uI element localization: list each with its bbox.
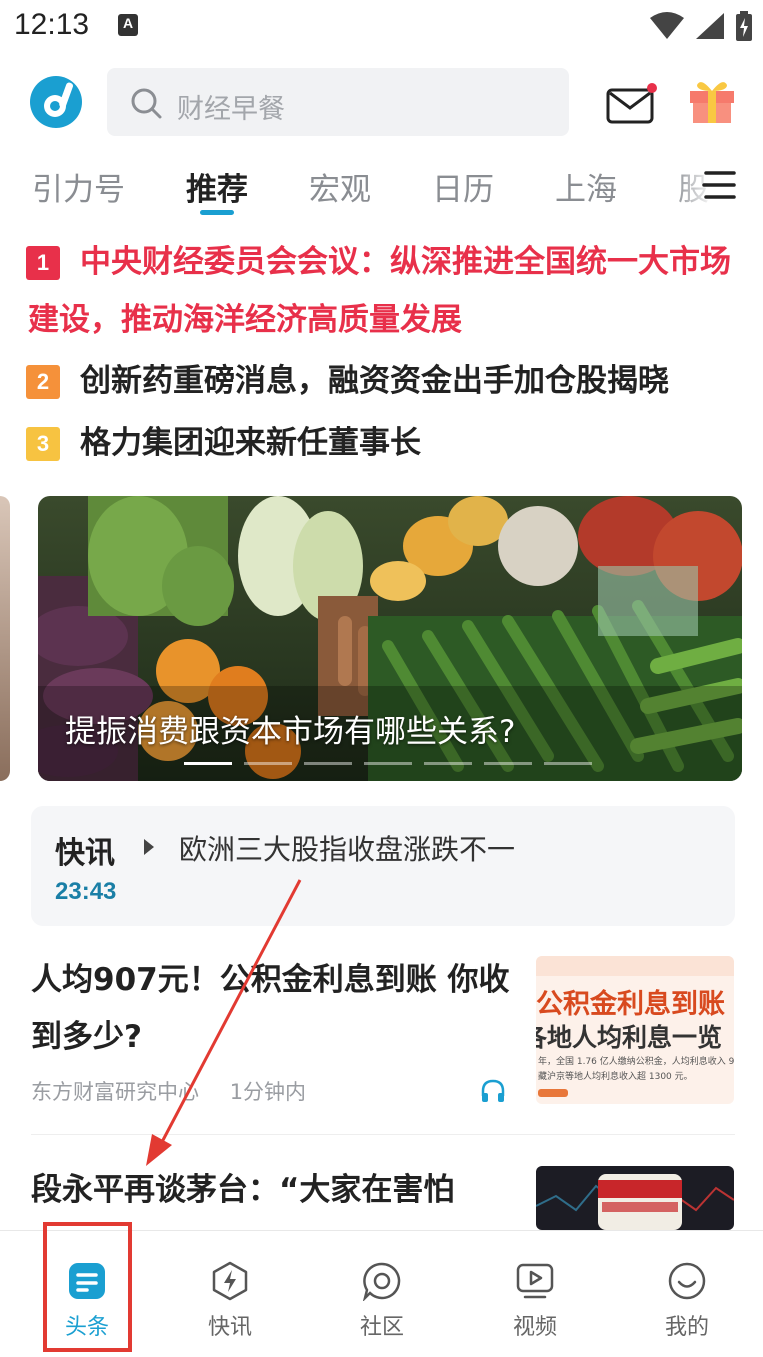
community-icon (362, 1262, 401, 1301)
mail-icon[interactable] (606, 82, 658, 126)
nav-video[interactable]: 视频 (459, 1231, 611, 1357)
carousel-dot (424, 762, 472, 765)
rank-badge: 3 (26, 427, 60, 461)
tab-yinlihao[interactable]: 引力号 (32, 164, 125, 209)
article-title: 段永平再谈茅台：“大家在害怕 (31, 1172, 455, 1208)
carousel-dot (304, 762, 352, 765)
flash-news-card[interactable]: 快讯 欧洲三大股指收盘涨跌不一 23:43 (31, 806, 735, 926)
article-meta: 东方财富研究中心 1分钟内 (31, 1076, 306, 1106)
search-placeholder: 财经早餐 (177, 94, 285, 125)
gift-icon[interactable] (687, 75, 737, 125)
headphone-icon[interactable] (480, 1078, 506, 1104)
previous-banner-peek[interactable] (0, 496, 10, 781)
thumbnail-tag (538, 1089, 568, 1097)
play-arrow-icon (144, 839, 154, 855)
carousel-dot (484, 762, 532, 765)
thumbnail-line: 公积金利息到账 (536, 989, 725, 1020)
annotation-highlight-box (43, 1222, 132, 1352)
nav-community[interactable]: 社区 (306, 1231, 458, 1357)
flash-text: 欧洲三大股指收盘涨跌不一 (179, 833, 516, 866)
search-icon (131, 88, 162, 119)
status-icons (649, 10, 753, 42)
app-header: 财经早餐 (0, 62, 763, 142)
tab-calendar[interactable]: 日历 (432, 164, 494, 209)
banner-carousel[interactable]: 提振消费跟资本市场有哪些关系? (38, 496, 742, 781)
carousel-dot (544, 762, 592, 765)
signal-icon (696, 13, 724, 39)
thumbnail-line: 年，全国 1.76 亿人缴纳公积金，人均利息收入 90 (538, 1057, 734, 1067)
hot-item-text: 中央财经委员会会议：纵深推进全国统一大市场建设，推动海洋经济高质量发展 (28, 244, 731, 338)
carousel-dot (184, 762, 232, 765)
video-icon (516, 1263, 554, 1299)
search-bar[interactable]: 财经早餐 (107, 68, 569, 136)
hot-item[interactable]: 1 中央财经委员会会议：纵深推进全国统一大市场建设，推动海洋经济高质量发展 (0, 233, 763, 349)
nav-label: 社区 (359, 1315, 404, 1340)
nav-label: 快讯 (207, 1315, 252, 1340)
tab-macro[interactable]: 宏观 (309, 164, 371, 209)
thumbnail-line: 各地人均利息一览 (536, 1023, 723, 1052)
article-time: 1分钟内 (229, 1080, 307, 1104)
article-source: 东方财富研究中心 (31, 1080, 199, 1104)
menu-icon[interactable] (702, 170, 736, 200)
divider (31, 1134, 735, 1135)
thumbnail-line: 藏沪京等地人均利息收入超 1300 元。 (538, 1072, 693, 1082)
carousel-dot (364, 762, 412, 765)
tab-recommend[interactable]: 推荐 (186, 164, 248, 209)
nav-label: 视频 (512, 1315, 557, 1340)
flash-time: 23:43 (55, 878, 117, 905)
article-thumbnail: 公积金利息到账 各地人均利息一览 年，全国 1.76 亿人缴纳公积金，人均利息收… (536, 956, 734, 1104)
wifi-icon (650, 12, 684, 39)
tab-shanghai[interactable]: 上海 (555, 164, 617, 209)
hot-item-text: 创新药重磅消息，融资资金出手加仓股揭晓 (80, 363, 669, 399)
article-thumbnail (536, 1166, 734, 1230)
nav-label: 我的 (664, 1315, 709, 1340)
article-card[interactable]: 段永平再谈茅台：“大家在害怕 (31, 1162, 735, 1230)
flash-label: 快讯 (55, 836, 115, 871)
app-logo-icon[interactable] (28, 74, 84, 130)
rank-badge: 2 (26, 365, 60, 399)
notification-icon: A (118, 14, 138, 36)
status-time: 12:13 (14, 8, 90, 41)
nav-flash[interactable]: 快讯 (154, 1231, 306, 1357)
hot-item[interactable]: 3 格力集团迎来新任董事长 (0, 414, 763, 472)
hot-item[interactable]: 2 创新药重磅消息，融资资金出手加仓股揭晓 (0, 352, 763, 410)
active-tab-indicator (200, 210, 234, 215)
hot-item-text: 格力集团迎来新任董事长 (80, 425, 421, 461)
carousel-dot (244, 762, 292, 765)
carousel-dots (184, 762, 592, 765)
banner-title: 提振消费跟资本市场有哪些关系? (65, 714, 516, 750)
lightning-icon (212, 1261, 248, 1301)
nav-profile[interactable]: 我的 (611, 1231, 763, 1357)
thumbnail-header (536, 956, 734, 976)
article-title: 人均907元！公积金利息到账 你收到多少? (31, 962, 510, 1055)
moutai-bottle-image (536, 1174, 734, 1230)
status-bar: 12:13 A (0, 0, 763, 52)
category-tabs: 引力号 推荐 宏观 日历 上海 股 (0, 152, 763, 222)
article-card[interactable]: 人均907元！公积金利息到账 你收到多少? 东方财富研究中心 1分钟内 公积金利… (31, 952, 735, 1112)
battery-icon (736, 11, 752, 41)
smile-icon (668, 1262, 706, 1300)
